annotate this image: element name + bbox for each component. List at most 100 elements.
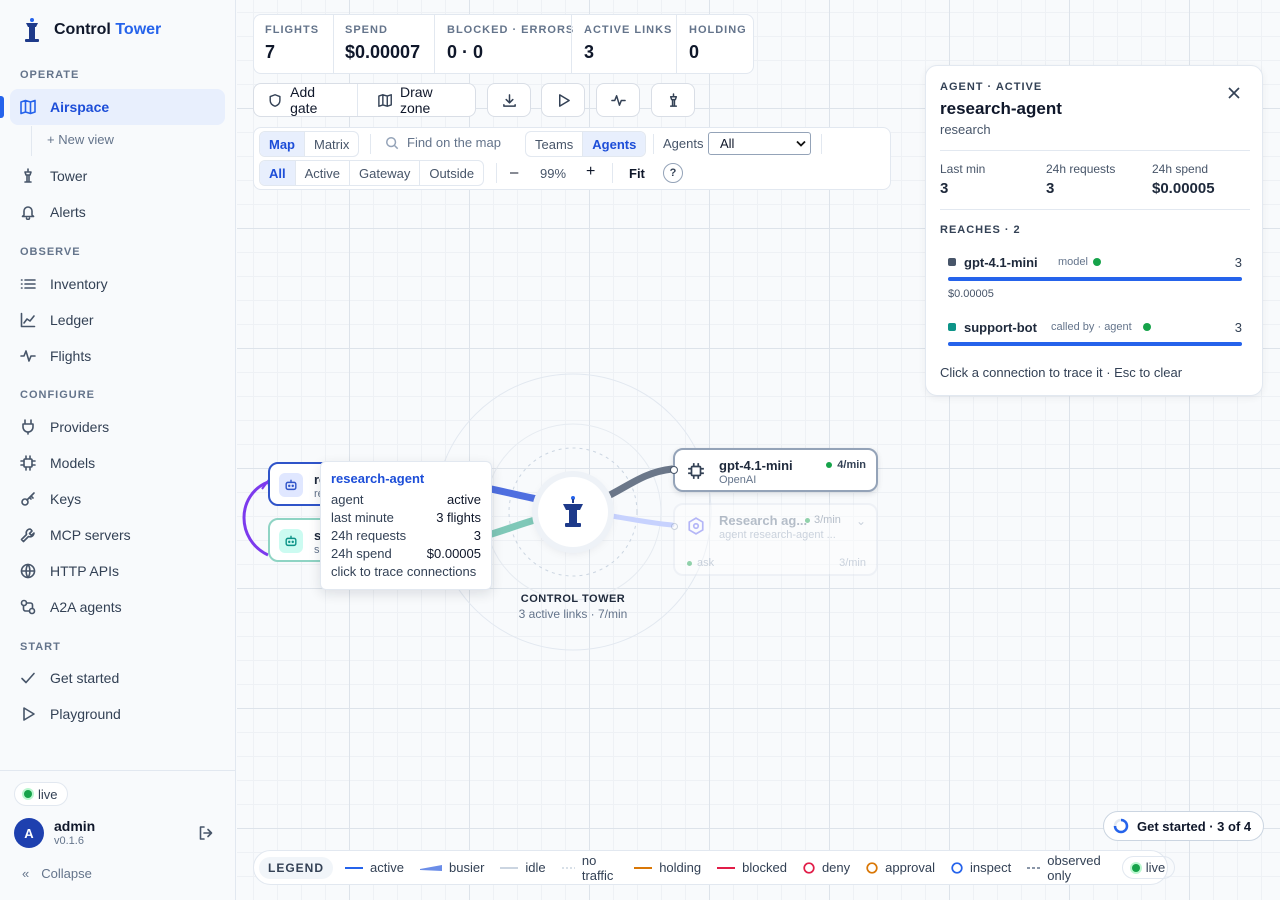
model-node-name: gpt-4.1-mini bbox=[719, 458, 793, 473]
filter-all[interactable]: All bbox=[260, 161, 296, 185]
tower-button[interactable] bbox=[651, 83, 695, 117]
remote-agent-sub: agent research-agent ... bbox=[719, 529, 836, 541]
reach-kind: called by · agent bbox=[1051, 321, 1132, 333]
tab-map[interactable]: Map bbox=[260, 132, 305, 156]
sidebar-item-tower[interactable]: Tower bbox=[10, 158, 225, 194]
reach-bar-fill bbox=[948, 342, 1242, 346]
add-gate-button[interactable]: Add gate bbox=[254, 84, 358, 116]
sidebar-item-playground[interactable]: Playground bbox=[10, 696, 225, 732]
edge-tower-gpt[interactable] bbox=[602, 465, 676, 501]
sidebar-item-label: Models bbox=[50, 455, 96, 471]
fit-button[interactable]: Fit bbox=[629, 166, 645, 181]
agents-select-value: All bbox=[720, 136, 735, 151]
agents-filter-label: Agents bbox=[663, 136, 704, 151]
stat-label: HOLDING bbox=[689, 24, 747, 36]
edge-tower-research-remote[interactable] bbox=[603, 512, 675, 528]
sidebar-item-keys[interactable]: Keys bbox=[10, 481, 225, 517]
app-logo[interactable]: Control Tower bbox=[20, 17, 161, 43]
skill-name: ask bbox=[697, 557, 715, 569]
sidebar-item-label: Alerts bbox=[50, 204, 86, 220]
search-field[interactable]: Find on the map bbox=[385, 135, 501, 150]
reach-count: 3 bbox=[1234, 320, 1242, 335]
activity-button[interactable] bbox=[596, 83, 640, 117]
ring-swatch-icon bbox=[866, 861, 878, 874]
sidebar-item-mcp-servers[interactable]: MCP servers bbox=[10, 517, 225, 553]
remote-agent-name: Research ag... bbox=[719, 513, 808, 528]
get-started-progress[interactable]: Get started · 3 of 4 bbox=[1103, 811, 1264, 841]
agents-select[interactable]: All bbox=[708, 132, 811, 155]
sidebar-item-http-apis[interactable]: HTTP APIs bbox=[10, 553, 225, 589]
panel-footer-hint: Click a connection to trace it · Esc to … bbox=[940, 365, 1183, 380]
edge-agent-loop[interactable] bbox=[242, 480, 269, 557]
legend-label: approval bbox=[885, 860, 936, 875]
reach-name: support-bot bbox=[964, 320, 1037, 335]
zoom-in-button[interactable]: + bbox=[586, 163, 595, 181]
ring-swatch-icon bbox=[803, 861, 815, 874]
stat-label: ACTIVE LINKS bbox=[584, 24, 673, 36]
sidebar-item-a2a-agents[interactable]: A2A agents bbox=[10, 589, 225, 625]
chart-line-icon bbox=[20, 312, 36, 328]
skill-rate: 3/min bbox=[839, 557, 866, 569]
sidebar-item-get-started[interactable]: Get started bbox=[10, 660, 225, 696]
sidebar-item-label: MCP servers bbox=[50, 527, 131, 543]
divider bbox=[676, 15, 677, 73]
robot-icon bbox=[279, 529, 303, 553]
tooltip-row: agent active bbox=[331, 492, 481, 507]
draw-zone-button[interactable]: Draw zone bbox=[366, 84, 475, 116]
logout-button[interactable] bbox=[198, 825, 214, 844]
divider bbox=[821, 134, 822, 154]
close-icon[interactable] bbox=[1228, 87, 1240, 99]
search-input[interactable]: Find on the map bbox=[407, 135, 501, 150]
panel-title: research-agent bbox=[940, 99, 1062, 118]
collapse-button[interactable]: « Collapse bbox=[22, 866, 92, 881]
legend-approval: approval bbox=[866, 860, 935, 875]
rate-text: 4/min bbox=[837, 459, 866, 471]
avatar[interactable]: A bbox=[14, 818, 44, 848]
sidebar-item-label: Ledger bbox=[50, 312, 94, 328]
tower-icon bbox=[24, 168, 32, 183]
control-tower-node[interactable] bbox=[538, 477, 608, 547]
zoom-out-button[interactable]: – bbox=[510, 164, 518, 181]
metric-label: 24h spend bbox=[1152, 162, 1209, 176]
sidebar-item-models[interactable]: Models bbox=[10, 445, 225, 481]
model-node-gpt[interactable]: gpt-4.1-mini OpenAI 4/min bbox=[670, 448, 878, 492]
robot-icon bbox=[279, 473, 303, 497]
download-icon bbox=[502, 93, 516, 107]
legend-no-traffic: no traffic bbox=[561, 853, 619, 883]
tab-agents[interactable]: Agents bbox=[583, 132, 646, 156]
section-configure: CONFIGURE bbox=[20, 389, 95, 401]
ring-swatch-icon bbox=[951, 861, 963, 874]
tab-matrix[interactable]: Matrix bbox=[305, 132, 358, 156]
group-toggle: Teams Agents bbox=[525, 131, 647, 157]
live-status-text: live bbox=[38, 786, 58, 802]
stat-flights: FLIGHTS 7 bbox=[265, 24, 319, 84]
sidebar-item-inventory[interactable]: Inventory bbox=[10, 266, 225, 302]
help-button[interactable]: ? bbox=[663, 163, 683, 183]
remote-agent-node[interactable]: Research ag... agent research-agent ... … bbox=[671, 503, 878, 576]
live-dot-icon bbox=[1131, 863, 1140, 872]
sidebar-item-airspace[interactable]: Airspace bbox=[10, 89, 225, 125]
tab-teams[interactable]: Teams bbox=[526, 132, 584, 156]
section-observe: OBSERVE bbox=[20, 246, 81, 258]
filter-active[interactable]: Active bbox=[296, 161, 351, 185]
download-button[interactable] bbox=[487, 83, 531, 117]
tooltip-row: last minute 3 flights bbox=[331, 510, 481, 525]
stat-label: FLIGHTS bbox=[265, 24, 320, 36]
progress-ring-icon bbox=[1113, 818, 1129, 834]
filter-outside[interactable]: Outside bbox=[420, 161, 483, 185]
stat-value: 0 · 0 bbox=[447, 42, 484, 62]
filter-gateway[interactable]: Gateway bbox=[350, 161, 421, 185]
chevron-down-icon[interactable]: ⌄ bbox=[856, 514, 866, 528]
sidebar-item-providers[interactable]: Providers bbox=[10, 409, 225, 445]
sidebar-item-label: Flights bbox=[50, 348, 92, 364]
sidebar-item-ledger[interactable]: Ledger bbox=[10, 302, 225, 338]
stat-value: 3 bbox=[584, 42, 595, 62]
sidebar-item-alerts[interactable]: Alerts bbox=[10, 194, 225, 230]
port-dot bbox=[671, 523, 678, 530]
model-node-rate: 4/min bbox=[826, 459, 866, 471]
sidebar-item-flights[interactable]: Flights bbox=[10, 338, 225, 374]
divider bbox=[496, 163, 497, 183]
replay-button[interactable] bbox=[541, 83, 585, 117]
section-operate: OPERATE bbox=[20, 69, 80, 81]
new-view-link[interactable]: + New view bbox=[47, 132, 114, 147]
